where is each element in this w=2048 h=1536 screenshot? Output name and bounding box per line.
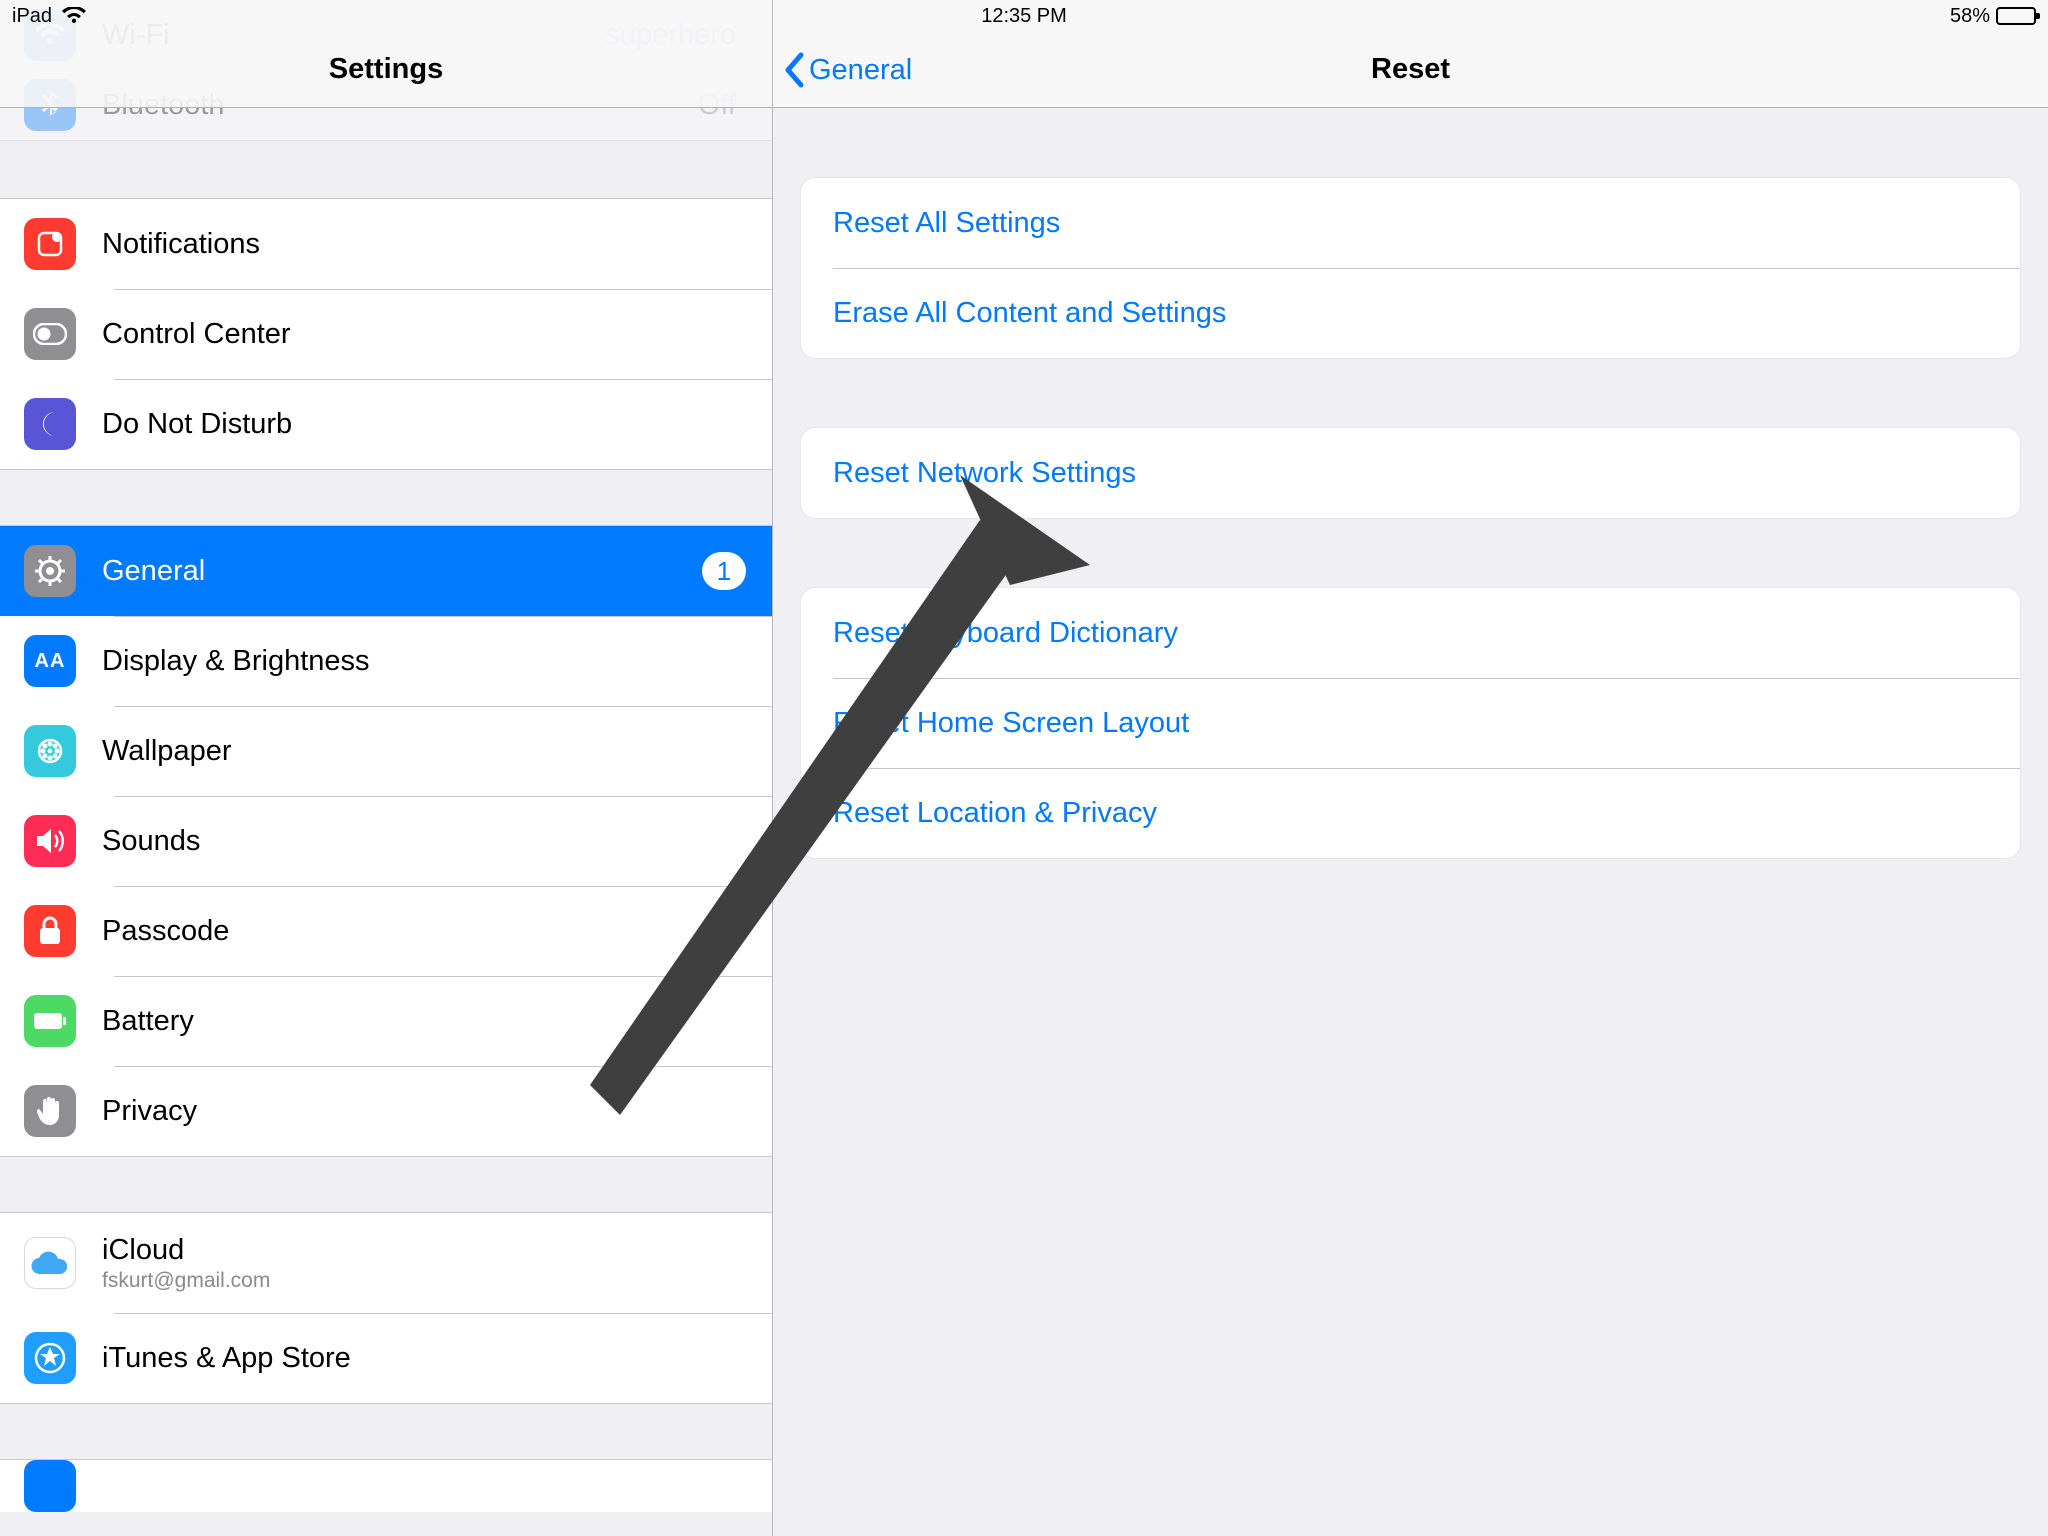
status-time: 12:35 PM bbox=[981, 5, 1067, 28]
sidebar-item-notifications[interactable]: Notifications bbox=[0, 199, 772, 289]
general-badge: 1 bbox=[702, 552, 746, 590]
reset-action-label: Erase All Content and Settings bbox=[833, 297, 1988, 330]
wallpaper-icon bbox=[24, 725, 76, 777]
speaker-icon bbox=[24, 815, 76, 867]
reset-group-2: Reset Network Settings bbox=[801, 428, 2020, 518]
detail-title: Reset bbox=[1371, 53, 1450, 86]
sidebar-item-wallpaper[interactable]: Wallpaper bbox=[0, 706, 772, 796]
sidebar-item-label: Battery bbox=[102, 1005, 746, 1038]
sidebar-group-notifications: Notifications Control Center Do Not Dist… bbox=[0, 198, 772, 470]
sidebar-item-label: Notifications bbox=[102, 228, 746, 261]
control-center-icon bbox=[24, 308, 76, 360]
appstore-icon bbox=[24, 1332, 76, 1384]
sidebar-item-label: iTunes & App Store bbox=[102, 1342, 746, 1375]
reset-keyboard-dictionary[interactable]: Reset Keyboard Dictionary bbox=[801, 588, 2020, 678]
reset-action-label: Reset Home Screen Layout bbox=[833, 707, 1988, 740]
detail-pane: General Reset Reset All Settings Erase A… bbox=[773, 0, 2048, 1536]
erase-all-content[interactable]: Erase All Content and Settings bbox=[801, 268, 2020, 358]
sidebar-item-do-not-disturb[interactable]: Do Not Disturb bbox=[0, 379, 772, 469]
back-label: General bbox=[809, 54, 912, 87]
icloud-account-email: fskurt@gmail.com bbox=[102, 1269, 746, 1293]
status-bar: iPad 12:35 PM 58% bbox=[0, 0, 2048, 32]
sidebar-item-label: Display & Brightness bbox=[102, 645, 746, 678]
sidebar-item-next[interactable] bbox=[0, 1460, 772, 1512]
reset-group-1: Reset All Settings Erase All Content and… bbox=[801, 178, 2020, 358]
sidebar-item-passcode[interactable]: Passcode bbox=[0, 886, 772, 976]
icloud-icon bbox=[24, 1237, 76, 1289]
lock-icon bbox=[24, 905, 76, 957]
reset-action-label: Reset Network Settings bbox=[833, 457, 1988, 490]
sidebar-item-label: iCloud bbox=[102, 1234, 746, 1267]
chevron-left-icon bbox=[783, 52, 805, 88]
battery-icon bbox=[1996, 7, 2036, 25]
sidebar-item-battery[interactable]: Battery bbox=[0, 976, 772, 1066]
sidebar-item-label: Wallpaper bbox=[102, 735, 746, 768]
moon-icon bbox=[24, 398, 76, 450]
reset-action-label: Reset Keyboard Dictionary bbox=[833, 617, 1988, 650]
sidebar-item-label: Sounds bbox=[102, 825, 746, 858]
reset-location-privacy[interactable]: Reset Location & Privacy bbox=[801, 768, 2020, 858]
hand-icon bbox=[24, 1085, 76, 1137]
status-carrier: iPad bbox=[12, 5, 52, 28]
sidebar-item-privacy[interactable]: Privacy bbox=[0, 1066, 772, 1156]
sidebar-item-label: Privacy bbox=[102, 1095, 746, 1128]
notifications-icon bbox=[24, 218, 76, 270]
next-group-icon bbox=[24, 1460, 76, 1512]
sidebar-item-label: General bbox=[102, 555, 702, 588]
sidebar-item-label: Control Center bbox=[102, 318, 746, 351]
reset-action-label: Reset All Settings bbox=[833, 207, 1988, 240]
sidebar-item-sounds[interactable]: Sounds bbox=[0, 796, 772, 886]
back-button[interactable]: General bbox=[783, 32, 912, 108]
sidebar-item-itunes-appstore[interactable]: iTunes & App Store bbox=[0, 1313, 772, 1403]
sidebar-item-label: Passcode bbox=[102, 915, 746, 948]
wifi-status-icon bbox=[62, 7, 86, 25]
text-size-icon: AA bbox=[24, 635, 76, 687]
settings-sidebar: Wi-Fi superhero Bluetooth Off Settings bbox=[0, 0, 773, 1536]
sidebar-item-icloud[interactable]: iCloud fskurt@gmail.com bbox=[0, 1213, 772, 1313]
reset-network-settings[interactable]: Reset Network Settings bbox=[801, 428, 2020, 518]
reset-all-settings[interactable]: Reset All Settings bbox=[801, 178, 2020, 268]
status-battery-text: 58% bbox=[1950, 5, 1990, 28]
reset-home-screen-layout[interactable]: Reset Home Screen Layout bbox=[801, 678, 2020, 768]
sidebar-item-label: Do Not Disturb bbox=[102, 408, 746, 441]
gear-icon bbox=[24, 545, 76, 597]
sidebar-group-general: General 1 AA Display & Brightness Wallpa… bbox=[0, 525, 772, 1157]
reset-action-label: Reset Location & Privacy bbox=[833, 797, 1988, 830]
sidebar-item-control-center[interactable]: Control Center bbox=[0, 289, 772, 379]
battery-icon bbox=[24, 995, 76, 1047]
sidebar-item-general[interactable]: General 1 bbox=[0, 526, 772, 616]
sidebar-item-display-brightness[interactable]: AA Display & Brightness bbox=[0, 616, 772, 706]
sidebar-group-accounts: iCloud fskurt@gmail.com iTunes & App Sto… bbox=[0, 1212, 772, 1404]
reset-group-3: Reset Keyboard Dictionary Reset Home Scr… bbox=[801, 588, 2020, 858]
sidebar-title: Settings bbox=[329, 53, 443, 86]
